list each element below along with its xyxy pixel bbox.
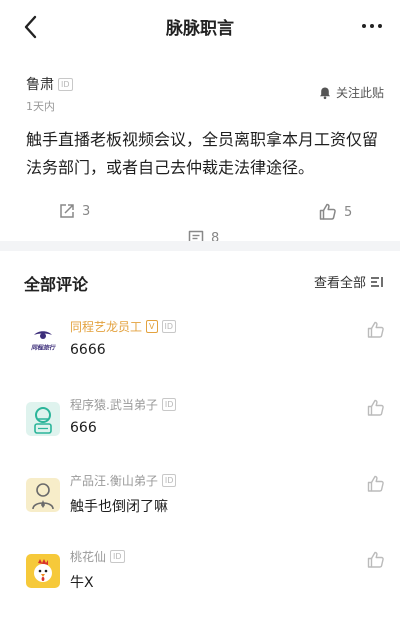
coder-avatar-icon xyxy=(34,407,52,434)
top-nav-bar: 脉脉职言 xyxy=(0,0,400,52)
comments-title: 全部评论 xyxy=(24,275,89,294)
post-content: 触手直播老板视频会议，全员离职拿本月工资仅留法务部门，或者自己去仲裁走法律途径。 xyxy=(26,130,379,177)
comment-item: 产品汪.衡山弟子 ID 触手也倒闭了嘛 xyxy=(0,472,400,544)
id-badge: ID xyxy=(110,550,125,563)
share-count: 3 xyxy=(82,203,91,219)
page-title: 脉脉职言 xyxy=(166,19,234,39)
comment-item: 同程旅行 同程艺龙员工 V ID 6666 xyxy=(0,318,400,390)
comment-author[interactable]: 产品汪.衡山弟子 ID xyxy=(70,472,177,489)
post-author[interactable]: 鲁肃 ID xyxy=(26,74,73,94)
more-options-icon[interactable] xyxy=(358,13,386,39)
comment-like-icon[interactable] xyxy=(366,550,386,570)
post-author-name: 鲁肃 xyxy=(26,77,54,93)
id-badge: ID xyxy=(161,474,177,487)
tongcheng-logo-avatar[interactable]: 同程旅行 xyxy=(26,324,60,358)
comment-author-name: 同程艺龙员工 xyxy=(70,320,143,334)
id-badge: ID xyxy=(58,78,73,91)
section-divider xyxy=(0,241,400,251)
comments-header: 全部评论 查看全部 xyxy=(0,251,400,309)
product-avatar-icon xyxy=(32,483,54,510)
post-timestamp: 1天内 xyxy=(26,100,55,113)
coder-avatar[interactable] xyxy=(26,402,60,436)
id-badge: ID xyxy=(161,320,177,333)
comment-text: 6666 xyxy=(70,342,106,358)
comment-item: 桃花仙 ID 牛X xyxy=(0,548,400,620)
comment-like-icon[interactable] xyxy=(366,398,386,418)
verified-badge: V xyxy=(146,320,158,333)
comment-author[interactable]: 程序猿.武当弟子 ID xyxy=(70,396,177,413)
post-card: 鲁肃 ID 1天内 关注此贴 触手直播老板视频会议，全员离职拿本月工资仅留法务部门… xyxy=(0,52,400,246)
comment-item: 程序猿.武当弟子 ID 666 xyxy=(0,396,400,468)
comment-author[interactable]: 桃花仙 ID xyxy=(70,548,125,565)
comment-like-icon[interactable] xyxy=(366,474,386,494)
comment-text: 触手也倒闭了嘛 xyxy=(70,499,168,515)
chicken-avatar-icon xyxy=(34,559,52,582)
like-count: 5 xyxy=(344,204,353,220)
chicken-avatar[interactable] xyxy=(26,554,60,588)
svg-text:同程旅行: 同程旅行 xyxy=(31,344,56,352)
sort-list-icon xyxy=(371,276,383,287)
view-all-label: 查看全部 xyxy=(313,276,366,291)
comment-author-name: 产品汪.衡山弟子 xyxy=(70,474,158,488)
follow-post-label: 关注此贴 xyxy=(335,86,384,100)
share-icon xyxy=(60,204,74,218)
product-avatar[interactable] xyxy=(26,478,60,512)
comment-author-name: 桃花仙 xyxy=(70,550,107,564)
view-all-button[interactable]: 查看全部 xyxy=(314,272,384,291)
comment-like-icon[interactable] xyxy=(366,320,386,340)
comment-text: 666 xyxy=(70,420,97,436)
follow-post-button[interactable]: 关注此贴 xyxy=(318,84,384,101)
comment-text: 牛X xyxy=(70,575,94,591)
thumbs-up-icon xyxy=(319,203,336,220)
tongcheng-logo-icon: 同程旅行 xyxy=(29,331,57,352)
comment-author-name: 程序猿.武当弟子 xyxy=(70,398,158,412)
id-badge: ID xyxy=(161,398,177,411)
post-actions: 3 8 5 xyxy=(0,202,400,246)
comment-author[interactable]: 同程艺龙员工 V ID xyxy=(70,318,177,335)
like-button[interactable]: 5 xyxy=(318,202,352,222)
bell-icon xyxy=(319,87,330,99)
share-button[interactable]: 3 xyxy=(58,202,90,220)
